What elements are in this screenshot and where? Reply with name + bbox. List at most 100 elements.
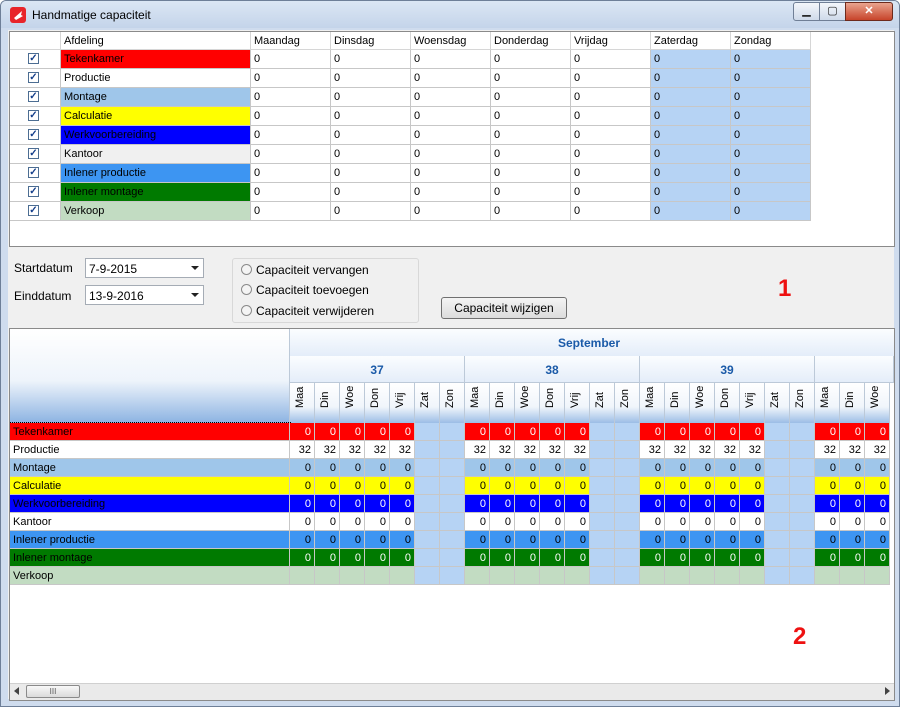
checkbox-cell[interactable]: ✓ bbox=[10, 126, 61, 145]
capacity-cell[interactable] bbox=[790, 495, 815, 513]
capacity-cell[interactable]: 0 bbox=[865, 423, 890, 441]
capacity-cell[interactable]: 0 bbox=[491, 69, 571, 88]
capacity-cell[interactable]: 0 bbox=[340, 513, 365, 531]
scroll-right-icon[interactable] bbox=[885, 687, 890, 695]
column-header-woensdag[interactable]: Woensdag bbox=[411, 32, 491, 50]
capacity-cell[interactable]: 0 bbox=[740, 423, 765, 441]
capacity-cell[interactable]: 32 bbox=[840, 441, 865, 459]
checkbox-cell[interactable]: ✓ bbox=[10, 88, 61, 107]
capacity-cell[interactable]: 0 bbox=[411, 88, 491, 107]
capacity-cell[interactable]: 0 bbox=[411, 164, 491, 183]
checkbox[interactable]: ✓ bbox=[28, 205, 39, 216]
capacity-cell[interactable] bbox=[790, 549, 815, 567]
capacity-cell[interactable]: 0 bbox=[840, 423, 865, 441]
capacity-cell[interactable]: 0 bbox=[465, 513, 490, 531]
capacity-cell[interactable]: 0 bbox=[690, 477, 715, 495]
capacity-cell[interactable] bbox=[790, 459, 815, 477]
capacity-cell[interactable]: 0 bbox=[540, 477, 565, 495]
capacity-cell[interactable] bbox=[765, 549, 790, 567]
capacity-cell[interactable]: 0 bbox=[640, 549, 665, 567]
capacity-cell[interactable] bbox=[590, 549, 615, 567]
capacity-cell[interactable]: 0 bbox=[465, 549, 490, 567]
table-row[interactable]: ✓ Inlener productie 0 0 0 0 0 0 0 bbox=[10, 164, 894, 183]
capacity-cell[interactable]: 0 bbox=[465, 423, 490, 441]
capacity-cell[interactable]: 0 bbox=[715, 531, 740, 549]
close-button[interactable]: ✕ bbox=[845, 2, 893, 21]
scroll-left-icon[interactable] bbox=[14, 687, 19, 695]
capacity-cell[interactable] bbox=[615, 495, 640, 513]
checkbox[interactable]: ✓ bbox=[28, 186, 39, 197]
capacity-cell[interactable]: 0 bbox=[390, 531, 415, 549]
checkbox-cell[interactable]: ✓ bbox=[10, 202, 61, 221]
capacity-cell[interactable] bbox=[765, 495, 790, 513]
checkbox[interactable]: ✓ bbox=[28, 72, 39, 83]
capacity-cell[interactable]: 0 bbox=[665, 477, 690, 495]
capacity-cell[interactable] bbox=[765, 441, 790, 459]
capacity-cell[interactable]: 0 bbox=[731, 126, 811, 145]
capacity-cell[interactable]: 0 bbox=[731, 183, 811, 202]
department-name[interactable]: Inlener montage bbox=[10, 549, 290, 567]
capacity-cell[interactable] bbox=[390, 567, 415, 585]
capacity-cell[interactable] bbox=[290, 567, 315, 585]
checkbox[interactable]: ✓ bbox=[28, 91, 39, 102]
capacity-cell[interactable] bbox=[790, 441, 815, 459]
capacity-cell[interactable]: 0 bbox=[465, 495, 490, 513]
capacity-cell[interactable] bbox=[565, 567, 590, 585]
department-name[interactable]: Verkoop bbox=[61, 202, 251, 221]
capacity-cell[interactable]: 0 bbox=[740, 477, 765, 495]
capacity-cell[interactable] bbox=[615, 477, 640, 495]
capacity-cell[interactable]: 0 bbox=[840, 531, 865, 549]
capacity-cell[interactable]: 0 bbox=[540, 459, 565, 477]
capacity-cell[interactable]: 0 bbox=[651, 50, 731, 69]
capacity-cell[interactable]: 0 bbox=[565, 423, 590, 441]
capacity-cell[interactable]: 32 bbox=[465, 441, 490, 459]
table-row[interactable]: Werkvoorbereiding 0 0 0 0 0 0 0 0 0 0 0 0 0 0 0 0 0 0 bbox=[10, 495, 894, 513]
capacity-cell[interactable] bbox=[440, 567, 465, 585]
capacity-cell[interactable]: 0 bbox=[465, 531, 490, 549]
capacity-cell[interactable]: 0 bbox=[651, 126, 731, 145]
capacity-cell[interactable]: 0 bbox=[665, 495, 690, 513]
capacity-cell[interactable] bbox=[615, 567, 640, 585]
capacity-cell[interactable] bbox=[440, 459, 465, 477]
capacity-cell[interactable]: 0 bbox=[815, 513, 840, 531]
capacity-cell[interactable]: 0 bbox=[515, 531, 540, 549]
capacity-cell[interactable] bbox=[440, 477, 465, 495]
capacity-cell[interactable]: 0 bbox=[571, 69, 651, 88]
department-name[interactable]: Inlener productie bbox=[10, 531, 290, 549]
capacity-cell[interactable]: 0 bbox=[565, 459, 590, 477]
capacity-cell[interactable]: 0 bbox=[365, 531, 390, 549]
capacity-cell[interactable]: 0 bbox=[251, 50, 331, 69]
capacity-cell[interactable]: 32 bbox=[690, 441, 715, 459]
checkbox[interactable]: ✓ bbox=[28, 53, 39, 64]
capacity-cell[interactable]: 32 bbox=[665, 441, 690, 459]
capacity-cell[interactable]: 0 bbox=[315, 477, 340, 495]
capacity-cell[interactable]: 0 bbox=[690, 423, 715, 441]
department-name[interactable]: Montage bbox=[10, 459, 290, 477]
capacity-cell[interactable] bbox=[540, 567, 565, 585]
column-header-zondag[interactable]: Zondag bbox=[731, 32, 811, 50]
table-row[interactable]: ✓ Montage 0 0 0 0 0 0 0 bbox=[10, 88, 894, 107]
capacity-cell[interactable]: 32 bbox=[315, 441, 340, 459]
table-row[interactable]: ✓ Verkoop 0 0 0 0 0 0 0 bbox=[10, 202, 894, 221]
capacity-cell[interactable]: 0 bbox=[840, 513, 865, 531]
capacity-cell[interactable] bbox=[415, 495, 440, 513]
capacity-cell[interactable]: 0 bbox=[690, 549, 715, 567]
capacity-cell[interactable]: 0 bbox=[290, 531, 315, 549]
capacity-cell[interactable]: 0 bbox=[290, 459, 315, 477]
capacity-cell[interactable]: 0 bbox=[731, 88, 811, 107]
capacity-cell[interactable]: 0 bbox=[331, 88, 411, 107]
capacity-cell[interactable] bbox=[490, 567, 515, 585]
capacity-cell[interactable]: 0 bbox=[251, 164, 331, 183]
capacity-cell[interactable] bbox=[665, 567, 690, 585]
capacity-cell[interactable] bbox=[340, 567, 365, 585]
capacity-cell[interactable]: 0 bbox=[565, 495, 590, 513]
capacity-cell[interactable]: 0 bbox=[251, 183, 331, 202]
capacity-cell[interactable]: 0 bbox=[365, 459, 390, 477]
department-name[interactable]: Tekenkamer bbox=[61, 50, 251, 69]
start-date-picker[interactable]: 7-9-2015 bbox=[85, 258, 204, 278]
capacity-cell[interactable]: 0 bbox=[565, 513, 590, 531]
capacity-cell[interactable] bbox=[640, 567, 665, 585]
scrollbar-thumb[interactable]: III bbox=[26, 685, 80, 698]
capacity-cell[interactable]: 0 bbox=[515, 423, 540, 441]
capacity-cell[interactable]: 0 bbox=[715, 423, 740, 441]
